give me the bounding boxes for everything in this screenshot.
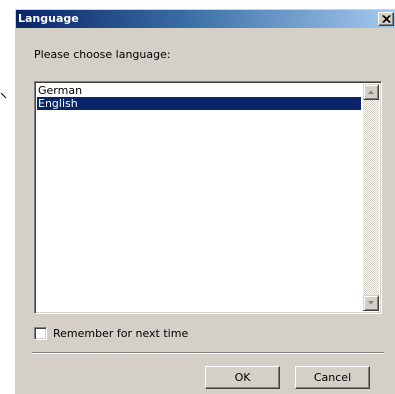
language-list-items: German English	[37, 84, 361, 110]
close-button[interactable]	[378, 12, 394, 26]
language-option-german[interactable]: German	[37, 84, 361, 97]
arrow-up-icon	[368, 90, 374, 94]
background-arrow-fragment	[0, 92, 7, 99]
cancel-button[interactable]: Cancel	[295, 366, 370, 389]
scroll-up-button[interactable]	[363, 84, 379, 100]
scroll-down-button[interactable]	[363, 295, 379, 311]
ok-button[interactable]: OK	[205, 366, 280, 389]
title-bar[interactable]: Language	[16, 10, 395, 28]
divider	[32, 352, 384, 354]
language-dialog: Language Please choose language: German …	[15, 9, 395, 394]
close-icon	[382, 15, 391, 23]
window-title: Language	[18, 12, 79, 25]
language-option-english[interactable]: English	[37, 97, 361, 110]
list-scrollbar[interactable]	[363, 84, 379, 311]
language-list[interactable]: German English	[34, 81, 382, 314]
remember-label[interactable]: Remember for next time	[53, 327, 188, 341]
arrow-down-icon	[368, 301, 374, 305]
remember-checkbox[interactable]	[34, 327, 47, 340]
language-prompt: Please choose language:	[34, 48, 171, 61]
